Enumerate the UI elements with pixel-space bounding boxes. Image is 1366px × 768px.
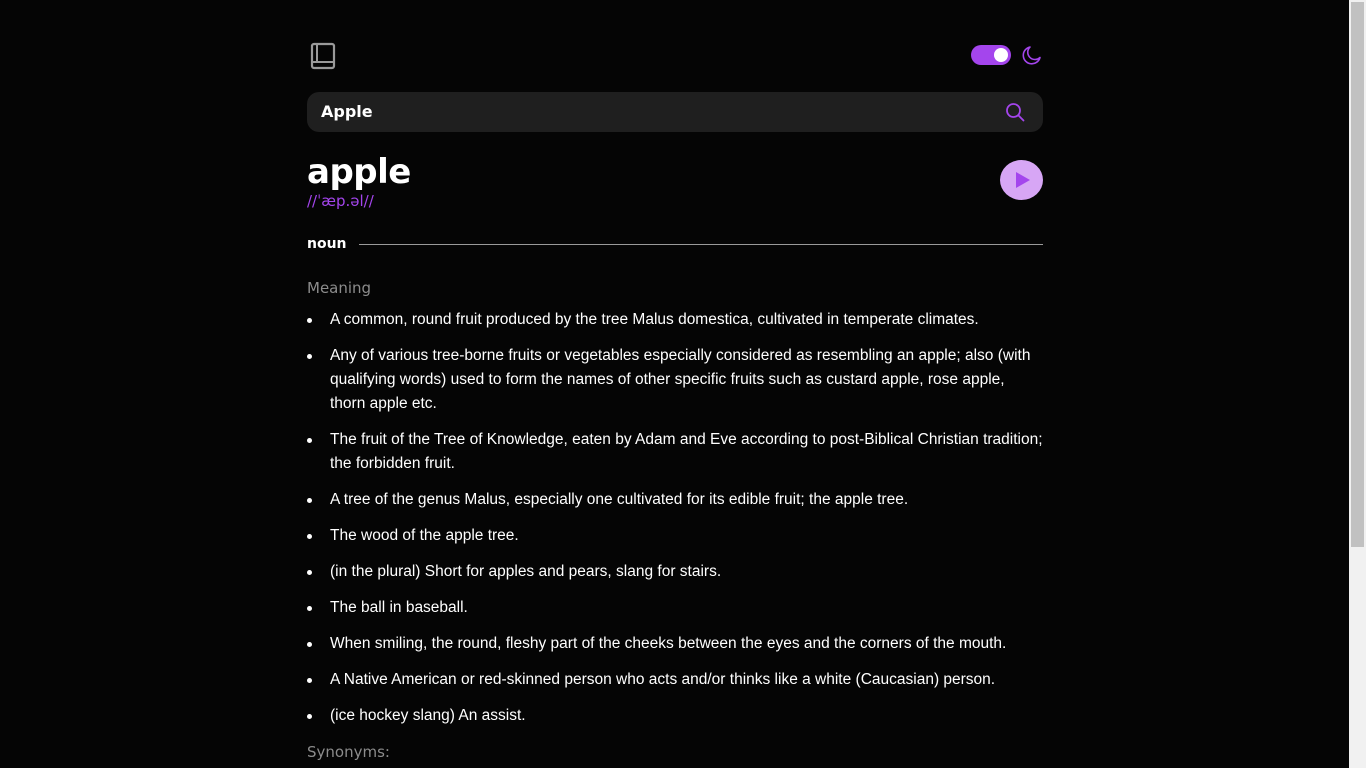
book-icon[interactable] — [309, 42, 337, 70]
theme-controls — [971, 44, 1043, 66]
moon-icon — [1022, 46, 1041, 65]
dictionary-page: apple //ˈæp.əl// noun Meaning A common, … — [0, 0, 1366, 768]
scrollbar-thumb[interactable] — [1351, 2, 1364, 547]
definition-item: (ice hockey slang) An assist. — [307, 704, 1043, 728]
definition-item: The wood of the apple tree. — [307, 524, 1043, 548]
vertical-scrollbar[interactable] — [1349, 0, 1366, 768]
toggle-knob — [994, 48, 1008, 62]
play-button[interactable] — [1000, 160, 1043, 200]
definition-item: Any of various tree-borne fruits or vege… — [307, 344, 1043, 416]
search-icon[interactable] — [1005, 102, 1025, 122]
definition-item: The fruit of the Tree of Knowledge, eate… — [307, 428, 1043, 476]
definition-item: A tree of the genus Malus, especially on… — [307, 488, 1043, 512]
search-bar — [307, 92, 1043, 132]
definitions-list: A common, round fruit produced by the tr… — [307, 308, 1043, 740]
synonyms-label: Synonyms: — [307, 743, 390, 761]
part-of-speech-row: noun — [307, 234, 1043, 254]
word-title: apple — [307, 152, 411, 192]
definition-item: A common, round fruit produced by the tr… — [307, 308, 1043, 332]
meaning-label: Meaning — [307, 279, 372, 297]
definition-item: (in the plural) Short for apples and pea… — [307, 560, 1043, 584]
theme-toggle[interactable] — [971, 45, 1011, 65]
divider — [358, 243, 1043, 245]
phonetic: //ˈæp.əl// — [307, 192, 374, 210]
definition-item: A Native American or red-skinned person … — [307, 668, 1043, 692]
definition-item: The ball in baseball. — [307, 596, 1043, 620]
header — [307, 40, 1043, 72]
part-of-speech: noun — [307, 236, 347, 252]
definition-item: When smiling, the round, fleshy part of … — [307, 632, 1043, 656]
search-input[interactable] — [321, 92, 981, 132]
play-icon — [1016, 172, 1030, 188]
